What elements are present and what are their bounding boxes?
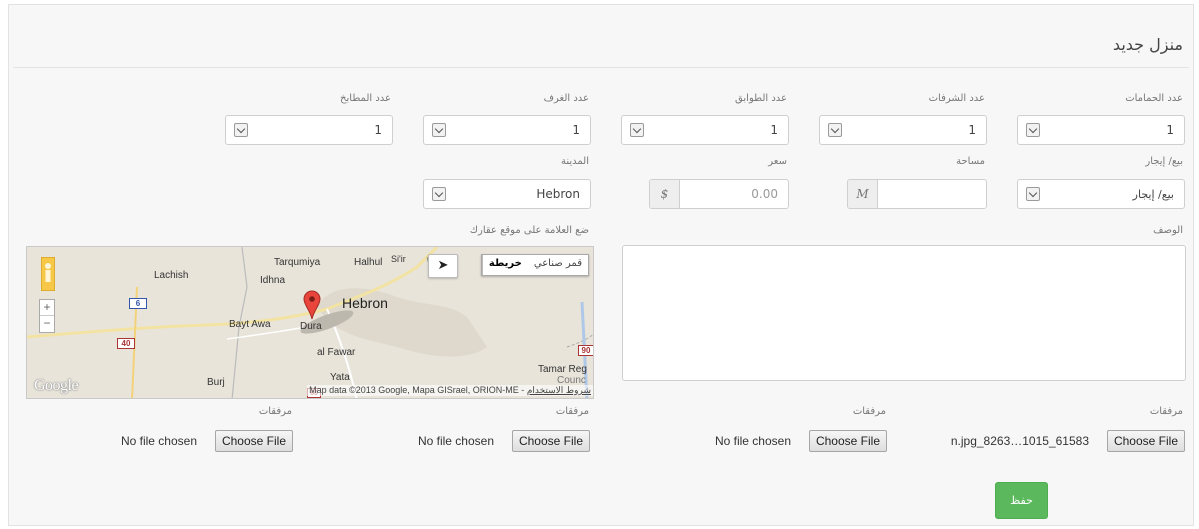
map-place-tamar: Tamar Reg [538, 364, 587, 375]
price-value: 0.00 [751, 187, 778, 201]
chevron-down-icon [234, 123, 248, 137]
rooms-value: 1 [572, 123, 580, 137]
map-place-sir: Si'ir [391, 254, 406, 264]
rooms-label: عدد الغرف [543, 93, 589, 104]
currency-addon: $ [650, 180, 680, 208]
bathrooms-select[interactable]: 1 [1017, 115, 1185, 145]
map-place-hebron: Hebron [342, 295, 388, 311]
map-place-al-fawar: al Fawar [317, 347, 356, 358]
map-attribution-text: Map data ©2013 Google, Mapa GISrael, ORI… [309, 385, 527, 395]
attachment-file-input-4[interactable]: No file chosen Choose File [95, 430, 293, 452]
price-input[interactable]: $ 0.00 [649, 179, 789, 209]
balconies-value: 1 [968, 123, 976, 137]
rooms-select[interactable]: 1 [423, 115, 591, 145]
sale-type-label: بيع/ إيجار [1145, 156, 1183, 167]
chevron-down-icon [828, 123, 842, 137]
area-unit-addon: M [848, 180, 878, 208]
map-place-tarqumiya: Tarqumiya [274, 257, 321, 268]
zoom-out-icon[interactable]: − [40, 316, 54, 332]
map-instruction-label: ضع العلامة على موقع عقارك [469, 225, 589, 236]
file-status: No file chosen [120, 434, 197, 448]
bathrooms-label: عدد الحمامات [1125, 93, 1183, 104]
kitchens-value: 1 [374, 123, 382, 137]
divider [13, 67, 1189, 68]
description-label: الوصف [1153, 225, 1183, 236]
map-place-bayt-awa: Bayt Awa [229, 319, 271, 330]
new-house-panel: منزل جديد عدد الحمامات عدد الشرفات عدد ا… [8, 4, 1194, 526]
map-place-lachish: Lachish [154, 270, 189, 281]
attachment-label-1: مرفقات [1149, 406, 1183, 417]
file-status: No file chosen [714, 434, 791, 448]
map-toggle-button[interactable]: خريطة [481, 255, 528, 275]
sale-type-value: بيع/ إيجار [1132, 188, 1174, 201]
attachment-file-input-1[interactable]: n.jpg_8263…1015_61583 Choose File [909, 430, 1185, 452]
choose-file-button[interactable]: Choose File [1106, 430, 1185, 452]
my-location-button[interactable]: ➤ [428, 254, 458, 278]
file-status: No file chosen [417, 434, 494, 448]
map-terms-link[interactable]: شروط الاستخدام [527, 385, 591, 395]
file-status: n.jpg_8263…1015_61583 [950, 434, 1089, 448]
chevron-down-icon [630, 123, 644, 137]
attachment-label-3: مرفقات [555, 406, 589, 417]
street-view-pegman-icon[interactable] [40, 256, 56, 292]
zoom-in-icon[interactable]: + [40, 300, 54, 316]
road-shield-6: 6 [129, 298, 147, 309]
map-type-toggle: قمر صناعي خريطة [480, 254, 589, 276]
chevron-down-icon [432, 187, 446, 201]
area-label: مساحة [956, 156, 985, 167]
bathrooms-value: 1 [1166, 123, 1174, 137]
zoom-control: + − [39, 299, 55, 333]
city-value: Hebron [536, 187, 580, 201]
attachment-label-2: مرفقات [852, 406, 886, 417]
google-logo: Google [34, 377, 79, 394]
floors-select[interactable]: 1 [621, 115, 789, 145]
choose-file-button[interactable]: Choose File [808, 430, 887, 452]
choose-file-button[interactable]: Choose File [511, 430, 590, 452]
page-title: منزل جديد [1112, 35, 1183, 54]
road-shield-40: 40 [117, 338, 135, 349]
chevron-down-icon [1026, 187, 1040, 201]
area-input[interactable]: M [847, 179, 987, 209]
floors-label: عدد الطوابق [735, 93, 787, 104]
balconies-select[interactable]: 1 [819, 115, 987, 145]
map-marker-icon[interactable] [303, 290, 321, 320]
attachment-label-4: مرفقات [258, 406, 292, 417]
choose-file-button[interactable]: Choose File [214, 430, 293, 452]
map-place-halhul: Halhul [354, 257, 383, 268]
map-attribution: Map data ©2013 Google, Mapa GISrael, ORI… [307, 385, 593, 396]
kitchens-select[interactable]: 1 [225, 115, 393, 145]
map-place-burj: Burj [207, 377, 225, 388]
location-map[interactable]: + − Tarqumiya Halhul Si'ir Lachish Idhna… [26, 246, 594, 399]
price-label: سعر [768, 156, 787, 167]
city-select[interactable]: Hebron [423, 179, 591, 209]
map-place-yata: Yata [330, 372, 350, 383]
attachment-file-input-2[interactable]: No file chosen Choose File [689, 430, 887, 452]
sale-type-select[interactable]: بيع/ إيجار [1017, 179, 1185, 209]
road-shield-90: 90 [578, 345, 593, 356]
chevron-down-icon [432, 123, 446, 137]
description-textarea[interactable] [622, 245, 1186, 381]
kitchens-label: عدد المطابخ [340, 93, 391, 104]
floors-value: 1 [770, 123, 778, 137]
navigation-arrow-icon: ➤ [437, 258, 449, 273]
satellite-toggle-button[interactable]: قمر صناعي [528, 255, 588, 275]
chevron-down-icon [1026, 123, 1040, 137]
attachment-file-input-3[interactable]: No file chosen Choose File [392, 430, 590, 452]
balconies-label: عدد الشرفات [928, 93, 985, 104]
save-button[interactable]: حفظ [995, 482, 1048, 519]
map-place-idhna: Idhna [260, 275, 286, 286]
city-label: المدينة [560, 156, 589, 167]
map-place-dura: Dura [300, 321, 322, 332]
